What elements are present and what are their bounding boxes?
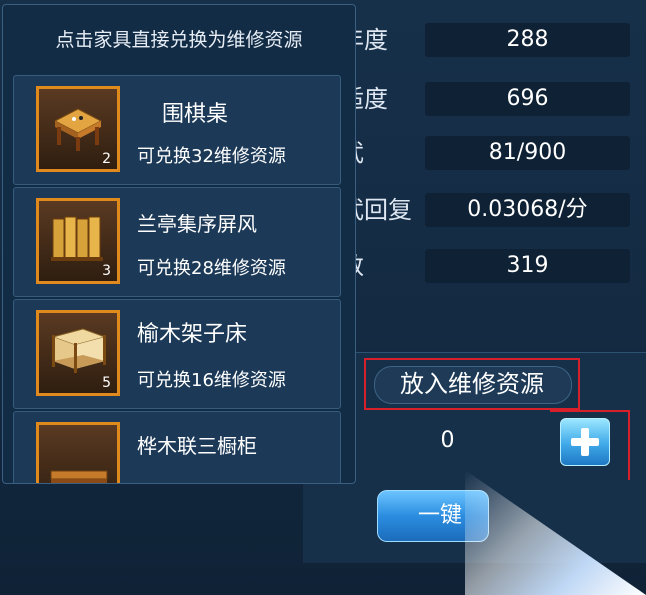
stat-value: 319 bbox=[425, 249, 630, 283]
panel-title: 点击家具直接兑换为维修资源 bbox=[55, 29, 303, 51]
furniture-item[interactable]: 桦木联三橱柜 bbox=[13, 411, 341, 483]
stat-value: 696 bbox=[425, 82, 630, 116]
item-count: 3 bbox=[102, 263, 111, 279]
highlight-box bbox=[364, 358, 580, 410]
furniture-exchange-panel: 点击家具直接兑换为维修资源 2 围棋桌 可兑换32维修资源 3 兰亭集序屏风 可… bbox=[2, 4, 356, 484]
stat-value: 0.03068/分 bbox=[425, 193, 630, 227]
stat-value: 288 bbox=[425, 23, 630, 57]
folding-screen-icon: 3 bbox=[36, 198, 120, 284]
item-name: 兰亭集序屏风 bbox=[137, 212, 257, 236]
item-count: 5 bbox=[102, 375, 111, 391]
deposit-repair-resource-button[interactable]: 放入维修资源 bbox=[364, 358, 580, 410]
highlight-line bbox=[628, 410, 630, 480]
quantity-value: 0 bbox=[440, 428, 455, 453]
item-count: 2 bbox=[102, 151, 111, 167]
plus-icon bbox=[581, 428, 589, 456]
canopy-bed-icon: 5 bbox=[36, 310, 120, 396]
item-reward: 可兑换16维修资源 bbox=[137, 370, 286, 391]
one-key-label: 一键 bbox=[418, 503, 463, 528]
furniture-item[interactable]: 3 兰亭集序屏风 可兑换28维修资源 bbox=[13, 187, 341, 297]
furniture-item[interactable]: 2 围棋桌 可兑换32维修资源 bbox=[13, 75, 341, 185]
item-reward: 可兑换28维修资源 bbox=[137, 258, 286, 279]
furniture-item[interactable]: 5 榆木架子床 可兑换16维修资源 bbox=[13, 299, 341, 409]
item-name: 榆木架子床 bbox=[137, 322, 248, 347]
item-name: 围棋桌 bbox=[162, 102, 229, 127]
go-table-icon: 2 bbox=[36, 86, 120, 172]
cabinet-icon bbox=[36, 422, 120, 483]
item-reward: 可兑换32维修资源 bbox=[137, 146, 286, 167]
highlight-line bbox=[550, 410, 630, 412]
increase-quantity-button[interactable] bbox=[560, 418, 610, 466]
item-name: 桦木联三橱柜 bbox=[137, 434, 257, 458]
stat-value: 81/900 bbox=[425, 136, 630, 170]
